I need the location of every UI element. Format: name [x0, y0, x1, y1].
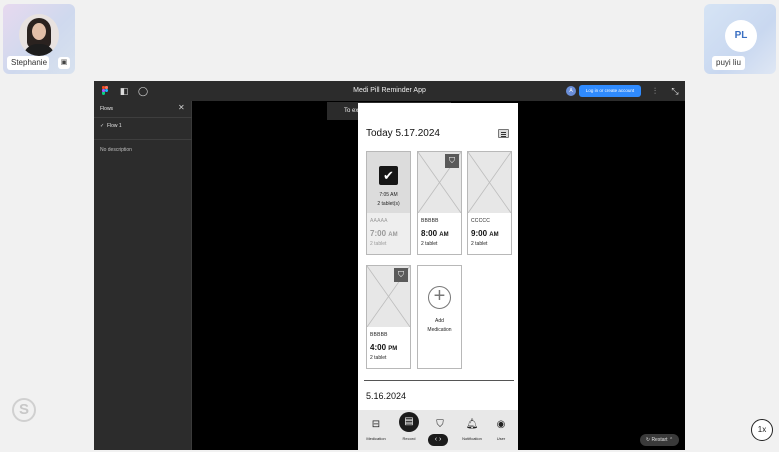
nav-label: User	[496, 436, 506, 441]
taken-quantity: 2 tablet(s)	[377, 201, 400, 207]
section-divider	[364, 380, 514, 381]
add-medication-label: Add Medication	[427, 318, 452, 333]
flow-navigation-arrows[interactable]: ‹ ›	[428, 434, 448, 446]
restart-button[interactable]: ↻ Restart ⌃	[640, 434, 679, 446]
flow-description: No description	[100, 147, 132, 153]
medication-card[interactable]: ⛉ BBBBB 4:00 PM 2 tablet	[366, 265, 411, 369]
participant-initials-avatar: PL	[725, 20, 757, 52]
today-date-title: Today 5.17.2024	[366, 128, 440, 139]
medication-name: BBBBB	[421, 218, 439, 224]
medication-card[interactable]: CCCCC 9:00 AM 2 tablet	[467, 151, 512, 255]
add-medication-button[interactable]: + Add Medication	[417, 265, 462, 369]
medication-kit-icon: ⊟	[371, 419, 381, 430]
collapse-fullscreen-icon[interactable]: ⤡	[670, 86, 680, 96]
brand-logo-icon: S	[12, 398, 36, 422]
user-avatar[interactable]: A	[566, 86, 576, 96]
pill-bottle-icon[interactable]: ⛉	[445, 154, 459, 168]
participant-name-tag: puyi liu	[712, 56, 745, 70]
nav-label: Record	[402, 436, 416, 441]
pin-icon[interactable]: ▣	[58, 57, 70, 69]
participant-name-tag: Stephanie	[7, 56, 49, 70]
pill-bottle-icon[interactable]: ⛉	[394, 268, 408, 282]
flow-item[interactable]: ✓ Flow 1	[100, 123, 122, 129]
medication-quantity: 2 tablet	[370, 241, 387, 247]
menu-icon[interactable]	[498, 129, 509, 138]
flows-sidebar: Flows ✕ ✓ Flow 1 No description	[94, 101, 192, 450]
restart-label: Restart	[651, 437, 668, 443]
participant-tile-stephanie[interactable]: Stephanie ▣	[3, 4, 75, 74]
nav-notification[interactable]: 🔔︎ Notification	[457, 412, 487, 448]
nav-medication[interactable]: ⊟ Medication	[361, 412, 391, 448]
nav-label: Notification	[462, 436, 482, 441]
flow-item-label: Flow 1	[106, 123, 122, 129]
medication-name: AAAAA	[370, 218, 388, 224]
medication-quantity: 2 tablet	[421, 241, 438, 247]
nav-record[interactable]: ▤ Record	[394, 412, 424, 448]
medication-time: 7:00 AM	[370, 229, 398, 238]
medication-name: CCCCC	[471, 218, 491, 224]
flows-heading: Flows	[100, 106, 114, 112]
figma-toolbar: ◧ ◯ Medi Pill Reminder App A Log in or c…	[94, 81, 685, 101]
clipboard-icon: ▤	[399, 412, 419, 432]
medication-time: 4:00 PM	[370, 343, 398, 352]
medication-quantity: 2 tablet	[370, 355, 387, 361]
bell-icon: 🔔︎	[465, 419, 479, 430]
participant-photo	[19, 14, 59, 56]
medication-time: 8:00 AM	[421, 229, 449, 238]
medication-time: 9:00 AM	[471, 229, 499, 238]
pill-bottle-icon: ⛉	[436, 419, 444, 430]
medication-card[interactable]: ⛉ BBBBB 8:00 AM 2 tablet	[417, 151, 462, 255]
participant-tile-puyi[interactable]: PL puyi liu	[704, 4, 776, 74]
medication-card-taken[interactable]: ✔ 7:05 AM 2 tablet(s) AAAAA 7:00 AM 2 ta…	[366, 151, 411, 255]
settings-sliders-icon[interactable]: ⫶	[650, 86, 660, 96]
login-button[interactable]: Log in or create account	[579, 85, 641, 97]
nav-label: Medication	[366, 436, 386, 441]
taken-overlay: ✔ 7:05 AM 2 tablet(s)	[367, 152, 410, 213]
check-icon: ✔	[379, 166, 398, 185]
plus-circle-icon: +	[428, 286, 451, 309]
taken-time: 7:05 AM	[379, 192, 398, 198]
close-icon[interactable]: ✕	[178, 103, 185, 112]
phone-screen: Today 5.17.2024 ✔ 7:05 AM 2 tablet(s) AA…	[358, 103, 518, 450]
playback-speed-button[interactable]: 1x	[751, 419, 773, 441]
medication-name: BBBBB	[370, 332, 388, 338]
user-icon: ◉	[496, 419, 506, 430]
medication-quantity: 2 tablet	[471, 241, 488, 247]
previous-date-title: 5.16.2024	[366, 391, 407, 401]
nav-user[interactable]: ◉ User	[486, 412, 516, 448]
figma-prototype-window: ◧ ◯ Medi Pill Reminder App A Log in or c…	[94, 81, 685, 450]
